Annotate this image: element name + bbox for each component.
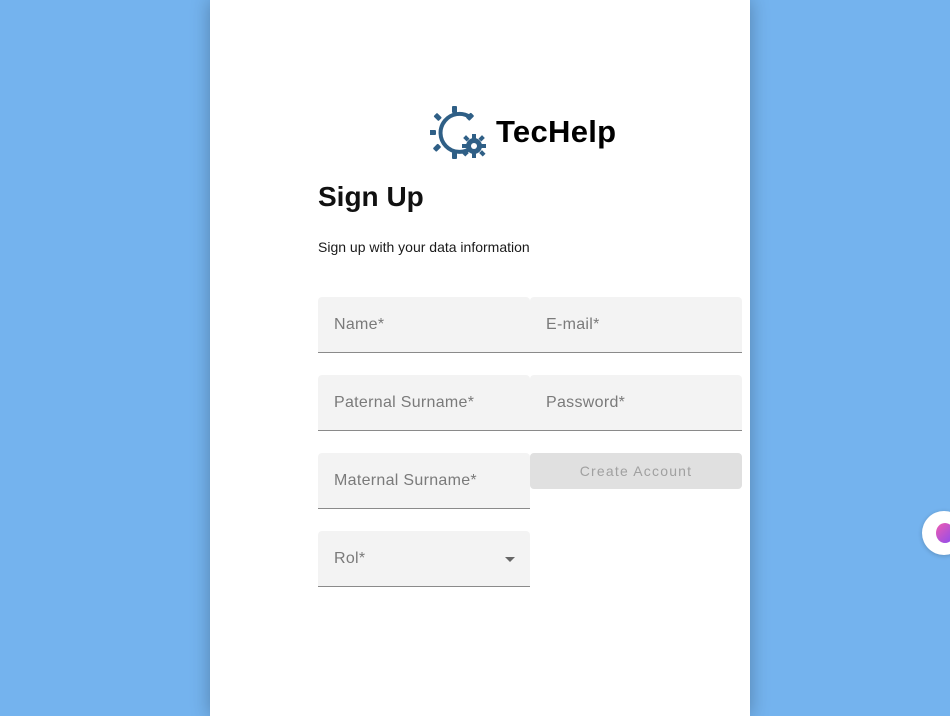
- brain-extension-icon: [936, 523, 950, 543]
- paternal-surname-input[interactable]: [318, 375, 530, 430]
- signup-card: TecHelp Sign Up Sign up with your data i…: [210, 0, 750, 716]
- role-select[interactable]: Rol*: [318, 531, 530, 587]
- password-field: [530, 375, 742, 431]
- password-input[interactable]: [530, 375, 742, 430]
- name-field: [318, 297, 530, 353]
- create-account-button[interactable]: Create Account: [530, 453, 742, 489]
- name-input[interactable]: [318, 297, 530, 352]
- paternal-surname-field: [318, 375, 530, 431]
- role-select-label: Rol*: [334, 550, 366, 567]
- email-input[interactable]: [530, 297, 742, 352]
- maternal-surname-field: [318, 453, 530, 509]
- floating-extension-button[interactable]: [922, 511, 950, 555]
- page-title: Sign Up: [318, 181, 424, 212]
- maternal-surname-input[interactable]: [318, 453, 530, 508]
- email-field: [530, 297, 742, 353]
- gear-refresh-icon: [430, 106, 486, 159]
- brand-name: TecHelp: [496, 114, 617, 149]
- page-subtitle: Sign up with your data information: [318, 239, 530, 255]
- dropdown-arrow-icon: [505, 557, 515, 562]
